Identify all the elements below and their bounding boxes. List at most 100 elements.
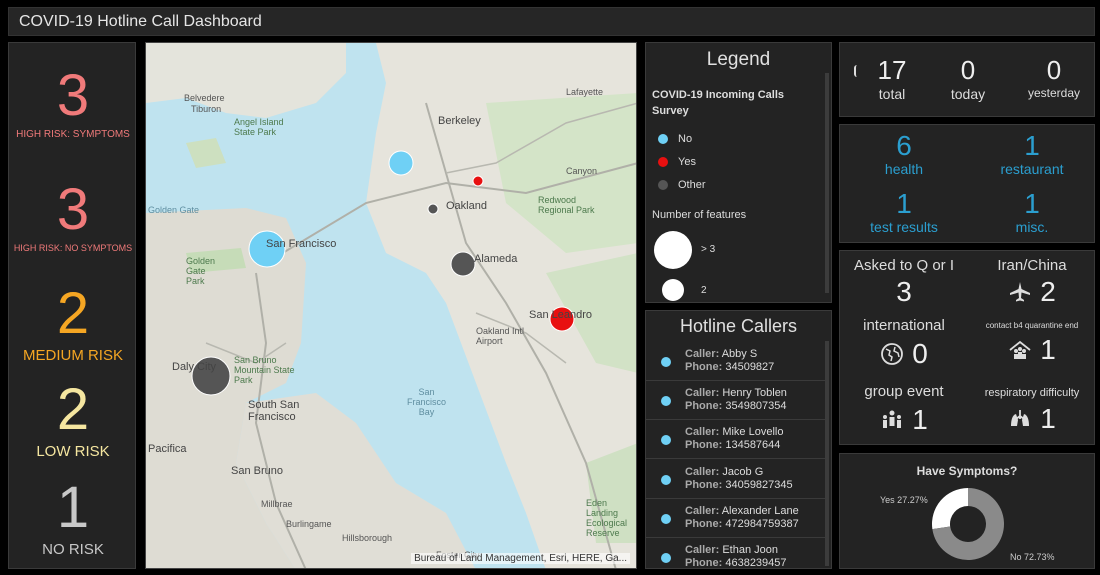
fac-value: 2 bbox=[1040, 276, 1056, 307]
caller-item[interactable]: Caller: Alexander Lane Phone: 47298475938… bbox=[646, 500, 826, 538]
caller-phone: 34509827 bbox=[725, 361, 775, 373]
risk-label: HIGH RISK: NO SYMPTOMS bbox=[13, 243, 133, 253]
risk-value: 1 bbox=[56, 475, 90, 540]
legend-scrollbar[interactable] bbox=[825, 73, 829, 293]
fac-value: 1 bbox=[1040, 334, 1056, 365]
legend-label: No bbox=[678, 133, 693, 145]
tot-value: 17 bbox=[877, 55, 907, 85]
map-label: Alameda bbox=[474, 253, 518, 265]
caller-key: Caller: bbox=[685, 544, 720, 556]
slice-label-yes: Yes 27.27% bbox=[880, 495, 928, 505]
callers-title: Hotline Callers bbox=[679, 316, 798, 336]
symptoms-donut-chart[interactable] bbox=[840, 480, 1096, 570]
fac-value: 1 bbox=[1040, 403, 1056, 434]
slice-label-no: No 72.73% bbox=[1010, 552, 1055, 562]
map-label: Golden Gate Park bbox=[186, 256, 216, 286]
caller-key: Caller: bbox=[685, 426, 720, 438]
yesterday-count[interactable]: 0 yesterday bbox=[1020, 55, 1088, 100]
factor-international[interactable]: international 0 bbox=[840, 317, 968, 370]
caller-name: Abby S bbox=[721, 348, 758, 360]
map-label: Redwood Regional Park bbox=[538, 195, 595, 215]
legend-item-no: No bbox=[658, 133, 692, 145]
map-view[interactable]: Belvedere Tiburon Angel Island State Par… bbox=[145, 42, 637, 569]
map-label: Belvedere bbox=[184, 93, 225, 103]
legend-item-other: Other bbox=[658, 179, 706, 191]
legend-item-yes: Yes bbox=[658, 156, 696, 168]
factor-contact-before-quarantine[interactable]: contact b4 quarantine end 1 bbox=[968, 321, 1096, 366]
total-count[interactable]: 17 total bbox=[860, 55, 924, 102]
caller-item[interactable]: Caller: Mike Lovello Phone: 134587644 bbox=[646, 421, 826, 459]
risk-value: 2 bbox=[56, 377, 90, 442]
today-count[interactable]: 0 today bbox=[936, 55, 1000, 102]
factor-group-event[interactable]: group event 1 bbox=[840, 383, 968, 436]
caller-marker bbox=[661, 396, 671, 406]
risk-value: 3 bbox=[56, 177, 90, 242]
legend-size-small bbox=[662, 279, 684, 301]
caller-key: Caller: bbox=[685, 387, 720, 399]
map-label: Lafayette bbox=[566, 87, 604, 97]
cat-value: 1 bbox=[1024, 188, 1040, 219]
map-point-other-small[interactable] bbox=[427, 203, 439, 215]
map-label: Millbrae bbox=[261, 499, 293, 509]
fac-label: respiratory difficulty bbox=[984, 387, 1080, 399]
risk-high-no-symptoms[interactable]: 3 HIGH RISK: NO SYMPTOMS bbox=[9, 177, 137, 254]
caller-phone: 3549807354 bbox=[725, 400, 787, 412]
legend-title: Legend bbox=[706, 49, 771, 70]
caller-item[interactable]: Caller: Jacob G Phone: 34059827345 bbox=[646, 461, 826, 499]
tot-label: total bbox=[878, 86, 906, 102]
caller-item[interactable]: Caller: Abby S Phone: 34509827 bbox=[646, 343, 826, 381]
risk-none[interactable]: 1 NO RISK bbox=[9, 475, 137, 559]
callers-scrollbar[interactable] bbox=[825, 341, 829, 566]
risk-level-panel: 3 HIGH RISK: SYMPTOMS 3 HIGH RISK: NO SY… bbox=[8, 42, 136, 569]
legend-label: Other bbox=[678, 179, 706, 191]
people-contact-icon bbox=[1009, 340, 1031, 359]
tot-value: 0 bbox=[960, 55, 976, 85]
map-label: South San Francisco bbox=[248, 399, 300, 423]
cat-value: 1 bbox=[1024, 130, 1040, 161]
map-label: Golden Gate bbox=[148, 205, 200, 215]
caller-item[interactable]: Caller: Henry Toblen Phone: 3549807354 bbox=[646, 382, 826, 420]
risk-low[interactable]: 2 LOW RISK bbox=[9, 377, 137, 461]
factor-iran-china[interactable]: Iran/China 2 bbox=[968, 257, 1096, 308]
fac-label: Iran/China bbox=[997, 257, 1067, 274]
category-misc[interactable]: 1 misc. bbox=[968, 188, 1096, 236]
map-label: San Francisco bbox=[266, 238, 337, 250]
donut-slice-yes[interactable] bbox=[932, 488, 968, 530]
risk-medium[interactable]: 2 MEDIUM RISK bbox=[9, 285, 137, 365]
map-label: Berkeley bbox=[438, 115, 481, 127]
call-category-panel: 6 health 1 restaurant 1 test results 1 m… bbox=[839, 124, 1095, 243]
map-point-yes[interactable] bbox=[472, 175, 484, 187]
caller-marker bbox=[661, 435, 671, 445]
caller-name: Alexander Lane bbox=[721, 505, 799, 517]
map-label: San Francisco Bay bbox=[406, 387, 446, 417]
legend-label: Yes bbox=[678, 156, 696, 168]
map-label: Daly City bbox=[172, 361, 217, 373]
map-point-no[interactable] bbox=[388, 150, 414, 176]
phone-key: Phone: bbox=[685, 518, 723, 530]
symptoms-chart-panel: Have Symptoms? Yes 27.27% No 72.73% bbox=[839, 453, 1095, 569]
map-point-other[interactable] bbox=[450, 251, 476, 277]
map-label: Tiburon bbox=[191, 104, 222, 114]
caller-name: Ethan Joon bbox=[722, 544, 778, 556]
lungs-icon bbox=[1011, 410, 1030, 426]
category-restaurant[interactable]: 1 restaurant bbox=[968, 130, 1096, 178]
factor-asked-to-quarantine[interactable]: Asked to Q or I 3 bbox=[840, 257, 968, 308]
risk-high-symptoms[interactable]: 3 HIGH RISK: SYMPTOMS bbox=[9, 67, 137, 141]
fac-value: 0 bbox=[912, 338, 928, 369]
caller-marker bbox=[661, 475, 671, 485]
caller-key: Caller: bbox=[685, 505, 720, 517]
caller-name: Henry Toblen bbox=[722, 387, 787, 399]
caller-phone: 134587644 bbox=[725, 439, 781, 451]
category-health[interactable]: 6 health bbox=[840, 131, 968, 178]
fac-label: contact b4 quarantine end bbox=[985, 321, 1079, 330]
factor-respiratory-difficulty[interactable]: respiratory difficulty 1 bbox=[968, 387, 1096, 435]
map-attribution: Bureau of Land Management, Esri, HERE, G… bbox=[411, 553, 630, 564]
caller-marker bbox=[661, 514, 671, 524]
caller-item[interactable]: Caller: Ethan Joon Phone: 4638239457 bbox=[646, 539, 826, 568]
risk-label: HIGH RISK: SYMPTOMS bbox=[16, 129, 130, 140]
category-test-results[interactable]: 1 test results bbox=[840, 189, 968, 236]
map-label: San Bruno bbox=[231, 465, 283, 477]
map-label: Oakland Intl Airport bbox=[476, 326, 525, 346]
legend-subtitle: COVID-19 Incoming Calls Survey bbox=[652, 89, 785, 117]
legend-size-large bbox=[654, 231, 692, 269]
